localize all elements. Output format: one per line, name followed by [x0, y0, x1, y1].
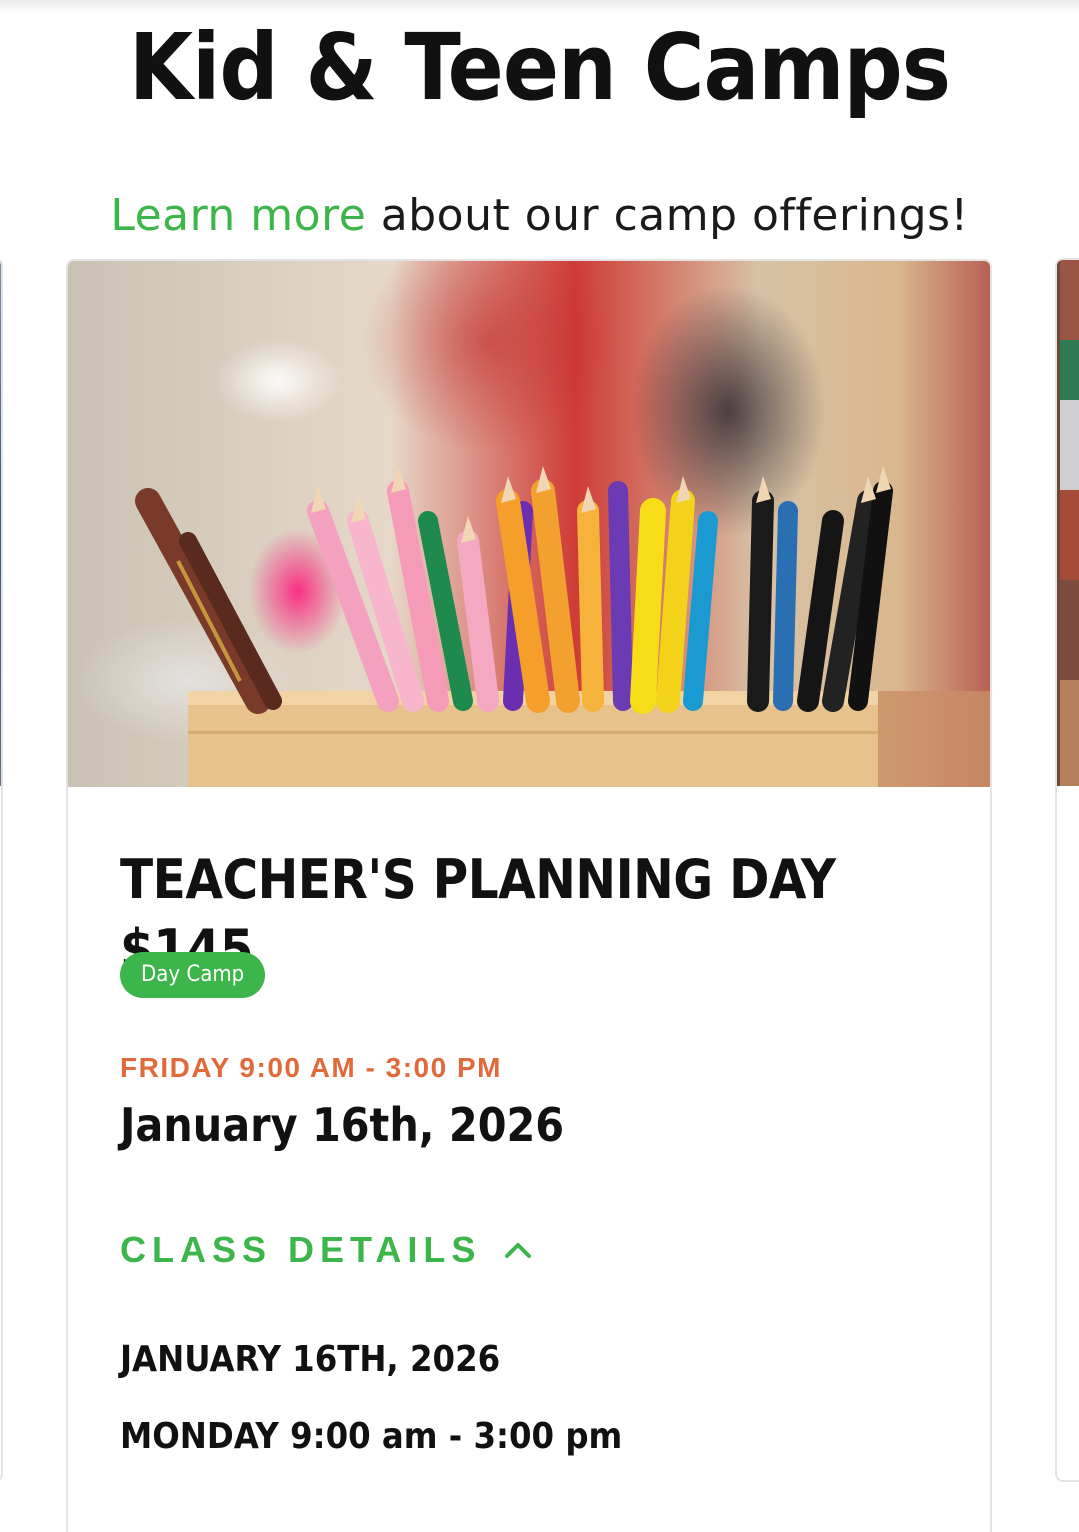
chevron-up-icon [505, 1243, 532, 1258]
camp-date: January 16th, 2026 [120, 1098, 565, 1152]
page-title: Kid & Teen Camps [128, 14, 951, 121]
next-camp-card[interactable] [1055, 258, 1079, 1482]
camp-type-badge: Day Camp [120, 952, 266, 998]
class-details-label: CLASS DETAILS [120, 1229, 482, 1270]
page: Kid & Teen Camps Learn more about our ca… [0, 0, 1079, 1532]
camp-time-label: FRIDAY 9:00 AM - 3:00 PM [120, 1052, 502, 1083]
camp-card: TEACHER'S PLANNING DAY $145 Day Camp FRI… [66, 259, 992, 1532]
colored-pencils-illustration [135, 466, 990, 787]
subtitle-text: about our camp offerings! [366, 190, 969, 241]
next-card-image [1057, 260, 1079, 786]
learn-more-link[interactable]: Learn more [110, 190, 366, 241]
details-time: MONDAY 9:00 am - 3:00 pm [120, 1416, 623, 1457]
details-date: JANUARY 16TH, 2026 [120, 1339, 501, 1380]
page-subtitle: Learn more about our camp offerings! [0, 188, 1079, 244]
previous-card-image [0, 260, 1, 786]
previous-camp-card[interactable] [0, 258, 3, 1482]
class-details-toggle[interactable]: CLASS DETAILS [120, 1227, 533, 1273]
card-image [68, 261, 990, 787]
